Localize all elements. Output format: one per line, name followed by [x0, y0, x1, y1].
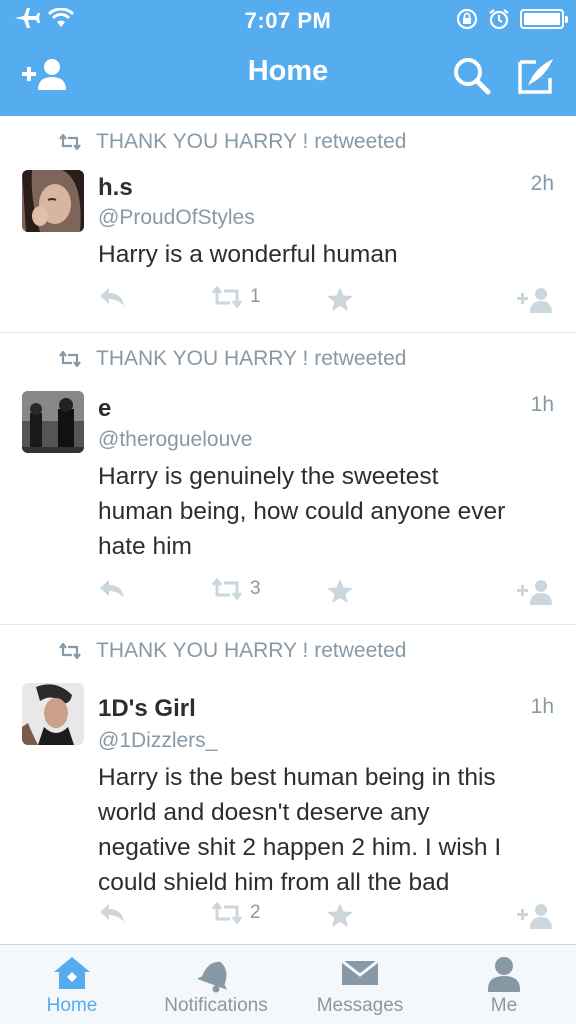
add-user-icon — [517, 904, 552, 929]
add-user-icon — [517, 580, 552, 605]
tab-label: Notifications — [164, 995, 268, 1016]
retweet-count: 2 — [250, 902, 261, 923]
retweet-context: THANK YOU HARRY ! retweeted — [58, 639, 406, 663]
home-icon — [54, 957, 90, 989]
avatar[interactable] — [22, 170, 84, 232]
retweet-button[interactable]: 1 — [210, 286, 261, 308]
user-handle[interactable]: @ProudOfStyles — [98, 206, 255, 230]
person-icon — [488, 957, 520, 992]
retweet-context: THANK YOU HARRY ! retweeted — [58, 347, 406, 371]
tweet-text-line: Harry is a wonderful human — [98, 241, 398, 268]
retweet-icon — [59, 351, 81, 367]
follow-button[interactable] — [516, 902, 556, 930]
tab-bar: Home Notifications Messages Me — [0, 944, 576, 1024]
tweet-text-line: could shield him from all the bad — [98, 869, 450, 896]
timeline: THANK YOU HARRY ! retweeted h.s 2h @Prou… — [0, 116, 576, 944]
compose-icon — [518, 59, 553, 94]
star-icon — [327, 287, 353, 311]
search-button[interactable] — [452, 56, 492, 101]
tweet-actions: 2 — [0, 902, 576, 932]
user-name[interactable]: e — [98, 395, 111, 423]
avatar-photo — [22, 391, 84, 453]
tweet-time: 2h — [530, 172, 554, 195]
status-right — [456, 8, 568, 30]
tweet-text: Harry is a wonderful human — [98, 237, 558, 272]
tweet-actions: 1 — [0, 286, 576, 316]
reply-button[interactable] — [98, 902, 126, 924]
user-name[interactable]: h.s — [98, 174, 133, 202]
retweet-label: THANK YOU HARRY ! retweeted — [96, 347, 407, 370]
tweet-time: 1h — [530, 695, 554, 718]
user-handle[interactable]: @theroguelouve — [98, 428, 252, 452]
nav-bar: Home — [0, 40, 576, 116]
add-user-icon — [517, 288, 552, 313]
reply-icon — [100, 288, 124, 306]
battery-icon — [520, 9, 568, 29]
orientation-lock-icon — [456, 8, 478, 30]
reply-button[interactable] — [98, 578, 126, 600]
retweet-context: THANK YOU HARRY ! retweeted — [58, 130, 406, 154]
tweet-time: 1h — [530, 393, 554, 416]
tweet-text-line: human being, how could anyone ever — [98, 498, 506, 525]
tab-notifications[interactable]: Notifications — [144, 945, 288, 1024]
tweet-text: Harry is genuinely the sweetest human be… — [98, 459, 558, 564]
reply-icon — [100, 580, 124, 598]
tab-me[interactable]: Me — [432, 945, 576, 1024]
tweet[interactable]: THANK YOU HARRY ! retweeted h.s 2h @Prou… — [0, 116, 576, 333]
tab-home[interactable]: Home — [0, 945, 144, 1024]
retweet-icon — [211, 286, 243, 308]
tab-label: Messages — [316, 995, 404, 1016]
tweet[interactable]: THANK YOU HARRY ! retweeted e 1h @therog… — [0, 333, 576, 625]
alarm-icon — [489, 9, 509, 30]
star-icon — [327, 579, 353, 603]
retweet-icon — [59, 643, 81, 659]
tweet-text-line: Harry is genuinely the sweetest — [98, 463, 439, 490]
retweet-button[interactable]: 3 — [210, 578, 261, 600]
user-handle[interactable]: @1Dizzlers_ — [98, 729, 217, 753]
retweet-label: THANK YOU HARRY ! retweeted — [96, 639, 407, 662]
tab-messages[interactable]: Messages — [288, 945, 432, 1024]
retweet-icon — [59, 134, 81, 150]
tweet-text: Harry is the best human being in this wo… — [98, 760, 558, 900]
tab-label: Me — [490, 995, 518, 1016]
avatar[interactable] — [22, 683, 84, 745]
retweet-button[interactable]: 2 — [210, 902, 261, 924]
envelope-icon — [341, 959, 379, 985]
follow-button[interactable] — [516, 286, 556, 314]
reply-button[interactable] — [98, 286, 126, 308]
tweet-text-line: negative shit 2 happen 2 him. I wish I — [98, 834, 502, 861]
avatar-photo — [22, 170, 84, 232]
retweet-count: 3 — [250, 578, 261, 599]
bell-icon — [198, 961, 227, 993]
follow-button[interactable] — [516, 578, 556, 606]
avatar[interactable] — [22, 391, 84, 453]
tweet-text-line: Harry is the best human being in this — [98, 764, 496, 791]
retweet-icon — [211, 902, 243, 924]
favorite-button[interactable] — [326, 578, 354, 604]
tweet-text-line: world and doesn't deserve any — [98, 799, 430, 826]
avatar-photo — [22, 683, 84, 745]
user-name[interactable]: 1D's Girl — [98, 695, 196, 723]
top-bar: 7:07 PM Home — [0, 0, 576, 116]
star-icon — [327, 903, 353, 927]
tab-label: Home — [46, 995, 98, 1016]
compose-button[interactable] — [516, 56, 556, 101]
reply-icon — [100, 904, 124, 922]
favorite-button[interactable] — [326, 902, 354, 928]
retweet-label: THANK YOU HARRY ! retweeted — [96, 130, 407, 153]
tweet-actions: 3 — [0, 578, 576, 608]
retweet-icon — [211, 578, 243, 600]
retweet-count: 1 — [250, 286, 261, 307]
tweet[interactable]: THANK YOU HARRY ! retweeted 1D's Girl 1h… — [0, 625, 576, 944]
search-icon — [454, 58, 491, 95]
status-bar: 7:07 PM — [0, 0, 576, 40]
tweet-text-line: hate him — [98, 533, 192, 560]
favorite-button[interactable] — [326, 286, 354, 312]
